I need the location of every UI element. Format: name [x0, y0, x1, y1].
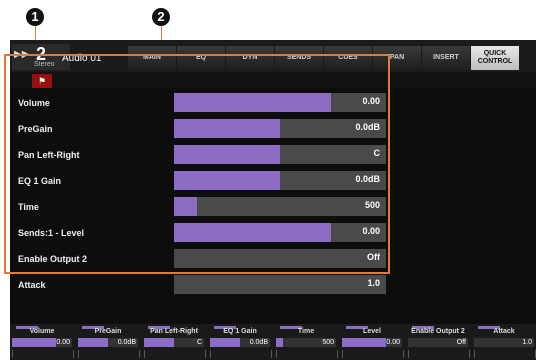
cell-ticks	[408, 350, 470, 358]
cell-value-bar[interactable]: 500	[276, 338, 336, 347]
callout-2-highlight-frame	[4, 54, 390, 274]
cell-label: Level	[363, 328, 381, 335]
cell-fill	[12, 338, 57, 347]
cell-value: 0.00	[386, 339, 400, 346]
cell-ticks	[474, 350, 536, 358]
cell-label: Pan Left-Right	[150, 328, 198, 335]
cell-value-bar[interactable]: 0.0dB	[210, 338, 270, 347]
strip-cell[interactable]: Enable Output 2 Off	[406, 324, 470, 360]
cell-label: EQ 1 Gain	[223, 328, 257, 335]
cell-value-bar[interactable]: 0.00	[12, 338, 72, 347]
cell-value-bar[interactable]: Off	[408, 338, 468, 347]
cell-value-bar[interactable]: 0.0dB	[78, 338, 138, 347]
param-slider[interactable]: 1.0	[174, 275, 386, 294]
strip-cell[interactable]: PreGain 0.0dB	[76, 324, 140, 360]
cell-fill	[144, 338, 174, 347]
cell-value: C	[196, 339, 202, 346]
strip-cell[interactable]: EQ 1 Gain 0.0dB	[208, 324, 272, 360]
cell-fill	[342, 338, 387, 347]
tab-quick-control[interactable]: QUICK CONTROL	[471, 46, 519, 70]
param-value: 1.0	[367, 278, 380, 288]
strip-cell[interactable]: Volume 0.00	[10, 324, 74, 360]
cell-fill	[210, 338, 240, 347]
cell-ticks	[12, 350, 74, 358]
cell-label: PreGain	[94, 328, 122, 335]
strip-cell[interactable]: Level 0.00	[340, 324, 404, 360]
cell-value-bar[interactable]: 0.00	[342, 338, 402, 347]
cell-ticks	[342, 350, 404, 358]
cell-ticks	[144, 350, 206, 358]
cell-value: Off	[456, 339, 466, 346]
cell-ticks	[210, 350, 272, 358]
strip-cell[interactable]: Pan Left-Right C	[142, 324, 206, 360]
callout-1: 1	[26, 8, 44, 26]
cell-ticks	[276, 350, 338, 358]
param-label: Attack	[18, 280, 46, 290]
cell-ticks	[78, 350, 140, 358]
cell-value: 1.0	[522, 339, 532, 346]
cell-value-bar[interactable]: C	[144, 338, 204, 347]
cell-value: 500	[322, 339, 334, 346]
cell-label: Volume	[29, 328, 55, 335]
bottom-control-strip: Volume 0.00 PreGain 0.0dB Pan Left-Right C …	[10, 324, 536, 360]
strip-cell[interactable]: Attack 1.0	[472, 324, 536, 360]
cell-value: 0.0dB	[117, 339, 136, 346]
cell-value: 0.00	[56, 339, 70, 346]
cell-fill	[276, 338, 283, 347]
cell-label: Attack	[493, 328, 515, 335]
param-row[interactable]: Attack 1.0	[12, 272, 392, 298]
cell-value-bar[interactable]: 1.0	[474, 338, 534, 347]
cell-fill	[78, 338, 108, 347]
cell-label: Time	[297, 328, 315, 335]
cell-label: Enable Output 2	[411, 328, 465, 335]
callout-2: 2	[152, 8, 170, 26]
tab-insert[interactable]: INSERT	[422, 46, 470, 70]
cell-value: 0.0dB	[249, 339, 268, 346]
strip-cell[interactable]: Time 500	[274, 324, 338, 360]
